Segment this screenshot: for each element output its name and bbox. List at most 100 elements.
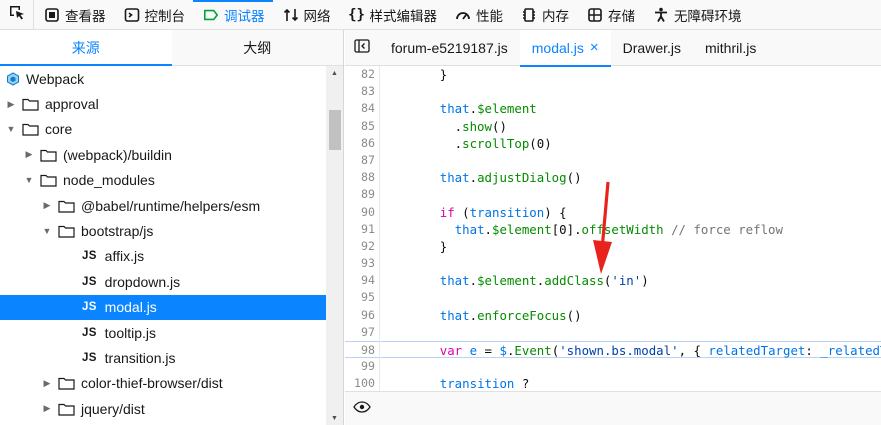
- js-file-icon: JS: [82, 275, 97, 288]
- tree-item-label: tooltip.js: [104, 324, 157, 341]
- folder-icon: [58, 376, 75, 390]
- tree-scrollbar[interactable]: ▲ ▼: [326, 66, 343, 425]
- code-line[interactable]: 84 that.$element: [345, 100, 881, 117]
- scroll-down-icon[interactable]: ▼: [326, 411, 343, 425]
- storage-icon: [587, 7, 603, 23]
- code-line[interactable]: 93: [345, 255, 881, 272]
- tree-item-label: transition.js: [104, 349, 176, 366]
- tree-item-color-thief[interactable]: ▶ color-thief-browser/dist: [0, 371, 326, 396]
- code-line[interactable]: 82 }: [345, 66, 881, 83]
- tab-label: modal.js: [531, 39, 584, 56]
- tree-item-webpack-buildin[interactable]: ▶ (webpack)/buildin: [0, 142, 326, 167]
- tree-item-node-modules[interactable]: ▼ node_modules: [0, 168, 326, 193]
- tab-style-editor[interactable]: {} 样式编辑器: [339, 0, 446, 30]
- tab-sources[interactable]: 来源: [0, 30, 172, 66]
- editor-file-tabs: forum-e5219187.js modal.js × Drawer.js m…: [345, 29, 881, 67]
- tab-console[interactable]: 控制台: [114, 0, 194, 30]
- tree-item-core[interactable]: ▼ core: [0, 117, 326, 142]
- chevron-right-icon[interactable]: ▶: [24, 149, 34, 160]
- tab-memory[interactable]: 内存: [511, 0, 577, 30]
- close-icon[interactable]: ×: [590, 39, 599, 56]
- code-line[interactable]: 94 that.$element.addClass('in'): [345, 272, 881, 289]
- chevron-right-icon[interactable]: ▶: [42, 378, 52, 389]
- code-line[interactable]: 85 .show(): [345, 118, 881, 135]
- tab-modal-js[interactable]: modal.js ×: [519, 29, 611, 67]
- element-picker-icon: [8, 4, 26, 25]
- code-line[interactable]: 87: [345, 152, 881, 169]
- webpack-icon: [6, 72, 20, 86]
- devtools-toolbar: 查看器 控制台 调试器 网络 {} 样式编辑器 性能 内存 存储 无障碍环境: [0, 0, 881, 30]
- tree-item-label: jquery/dist: [81, 400, 145, 417]
- eye-icon[interactable]: [353, 401, 371, 416]
- tree-item-label: (webpack)/buildin: [63, 146, 172, 163]
- chevron-down-icon[interactable]: ▼: [6, 124, 16, 134]
- sidebar-toggle-icon: [354, 39, 370, 56]
- code-line[interactable]: 97: [345, 324, 881, 341]
- tab-label: mithril.js: [705, 39, 757, 56]
- tree-item-affix-js[interactable]: JS affix.js: [0, 244, 326, 269]
- chevron-right-icon[interactable]: ▶: [42, 200, 52, 211]
- scroll-up-icon[interactable]: ▲: [326, 66, 343, 80]
- code-line[interactable]: 99: [345, 358, 881, 375]
- tree-item-babel-runtime[interactable]: ▶ @babel/runtime/helpers/esm: [0, 193, 326, 218]
- tree-item-tooltip-js[interactable]: JS tooltip.js: [0, 320, 326, 345]
- chevron-right-icon[interactable]: ▶: [6, 99, 16, 110]
- tab-mithril-js[interactable]: mithril.js: [693, 30, 768, 66]
- code-line[interactable]: 89: [345, 186, 881, 203]
- code-view[interactable]: 82 } 83 84 that.$element 85 .show() 86 .scro…: [345, 66, 881, 391]
- tab-style-editor-label: 样式编辑器: [369, 8, 438, 24]
- tree-item-label: core: [45, 121, 73, 138]
- code-text: that.$element: [439, 101, 537, 117]
- tree-item-modal-js[interactable]: JS modal.js: [0, 294, 326, 320]
- code-text: that.adjustDialog(): [439, 170, 582, 186]
- performance-icon: [455, 7, 471, 23]
- editor-footer: [345, 391, 881, 425]
- tree-item-transition-js[interactable]: JS transition.js: [0, 345, 326, 370]
- tab-console-label: 控制台: [144, 8, 186, 24]
- code-line[interactable]: 86 .scrollTop(0): [345, 135, 881, 152]
- code-text: that.enforceFocus(): [439, 307, 582, 323]
- source-tree: Webpack ▶ approval ▼ core ▶ (webpack)/bu…: [0, 66, 343, 425]
- tab-forum-js[interactable]: forum-e5219187.js: [379, 30, 520, 66]
- code-line[interactable]: 98 var e = $.Event('shown.bs.modal', { r…: [345, 341, 881, 359]
- code-line[interactable]: 96 that.enforceFocus(): [345, 307, 881, 324]
- code-line[interactable]: 92 }: [345, 238, 881, 255]
- toggle-sidebar-button[interactable]: [345, 30, 379, 66]
- style-editor-icon: {}: [348, 6, 365, 23]
- code-line[interactable]: 90 if (transition) {: [345, 204, 881, 221]
- code-text: that.$element[0].offsetWidth // force re…: [454, 221, 783, 237]
- chevron-right-icon[interactable]: ▶: [42, 403, 52, 414]
- tab-drawer-js[interactable]: Drawer.js: [611, 30, 693, 66]
- sources-sidebar: 来源 大纲 Webpack ▶ approval ▼ core ▶ (webpa…: [0, 30, 344, 425]
- tab-memory-label: 内存: [542, 8, 569, 24]
- element-picker-button[interactable]: [0, 0, 34, 30]
- folder-icon: [22, 97, 39, 111]
- tab-storage[interactable]: 存储: [577, 0, 643, 30]
- code-line[interactable]: 83: [345, 83, 881, 100]
- chevron-down-icon[interactable]: ▼: [42, 226, 52, 236]
- accessibility-icon: [653, 7, 669, 23]
- tab-performance-label: 性能: [476, 8, 503, 24]
- code-text: .show(): [395, 118, 507, 134]
- code-text: that.$element.addClass('in'): [439, 273, 649, 289]
- tree-item-approval[interactable]: ▶ approval: [0, 91, 326, 116]
- code-line[interactable]: 88 that.adjustDialog(): [345, 169, 881, 186]
- tab-accessibility[interactable]: 无障碍环境: [643, 0, 750, 30]
- code-line[interactable]: 91 that.$element[0].offsetWidth // force…: [345, 221, 881, 238]
- network-icon: [283, 7, 299, 23]
- tab-outline[interactable]: 大纲: [172, 30, 344, 65]
- tree-item-webpack[interactable]: Webpack: [0, 66, 326, 91]
- tree-item-bootstrap-js[interactable]: ▼ bootstrap/js: [0, 218, 326, 243]
- tab-debugger[interactable]: 调试器: [193, 0, 273, 30]
- folder-icon: [22, 122, 39, 137]
- tree-item-jquery-dist[interactable]: ▶ jquery/dist: [0, 396, 326, 421]
- tree-item-dropdown-js[interactable]: JS dropdown.js: [0, 269, 326, 294]
- code-line[interactable]: 100 transition ?: [345, 375, 881, 391]
- scrollbar-thumb[interactable]: [329, 110, 341, 150]
- code-line[interactable]: 95: [345, 289, 881, 306]
- tab-performance[interactable]: 性能: [445, 0, 511, 30]
- chevron-down-icon[interactable]: ▼: [24, 175, 34, 185]
- tab-inspector[interactable]: 查看器: [34, 0, 114, 30]
- tab-network[interactable]: 网络: [273, 0, 339, 30]
- code-text: if (transition) {: [439, 204, 567, 220]
